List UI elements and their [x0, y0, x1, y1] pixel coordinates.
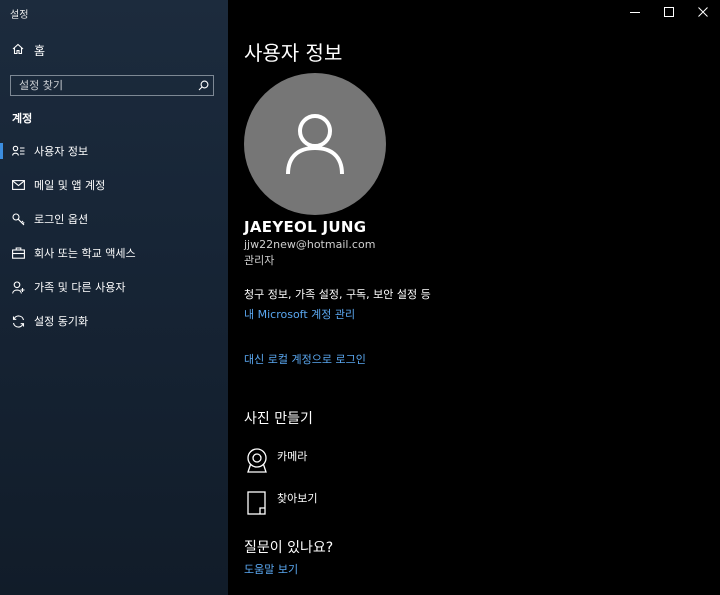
- mail-icon: [11, 178, 25, 192]
- help-link[interactable]: 도움말 보기: [244, 561, 298, 577]
- close-icon[interactable]: [686, 0, 720, 24]
- sidebar-item-label: 가족 및 다른 사용자: [34, 281, 126, 294]
- sidebar-item-label: 메일 및 앱 계정: [34, 179, 106, 192]
- home-icon: [12, 43, 24, 58]
- sidebar: 설정 홈 계정 사용자 정보: [0, 0, 228, 595]
- user-role: 관리자: [244, 254, 275, 267]
- key-icon: [11, 212, 25, 226]
- manage-account-link[interactable]: 내 Microsoft 계정 관리: [244, 306, 355, 322]
- home-nav-item[interactable]: 홈: [12, 42, 45, 59]
- camera-option[interactable]: 카메라: [244, 446, 307, 476]
- camera-label: 카메라: [277, 450, 308, 463]
- sidebar-item-signin-options[interactable]: 로그인 옵션: [0, 202, 228, 236]
- sidebar-item-work-school[interactable]: 회사 또는 학교 액세스: [0, 236, 228, 270]
- user-name: JAEYEOL JUNG: [244, 218, 367, 236]
- photo-section-title: 사진 만들기: [244, 411, 313, 427]
- sidebar-item-label: 설정 동기화: [34, 315, 89, 328]
- user-email: jjw22new@hotmail.com: [244, 238, 376, 251]
- briefcase-icon: [11, 246, 25, 260]
- sidebar-item-label: 사용자 정보: [34, 145, 89, 158]
- sidebar-item-sync-settings[interactable]: 설정 동기화: [0, 304, 228, 338]
- browse-label: 찾아보기: [277, 492, 318, 505]
- sidebar-nav: 사용자 정보 메일 및 앱 계정 로그인 옵션 회사 또는 학교 액세스 가족 …: [0, 134, 228, 338]
- search-icon[interactable]: [193, 76, 213, 95]
- maximize-icon[interactable]: [652, 0, 686, 24]
- local-signin-link[interactable]: 대신 로컬 계정으로 로그인: [244, 351, 366, 367]
- user-silhouette-icon: [286, 114, 344, 175]
- person-add-icon: [11, 280, 25, 294]
- sidebar-item-family-users[interactable]: 가족 및 다른 사용자: [0, 270, 228, 304]
- user-info-icon: [11, 144, 25, 158]
- app-title: 설정: [10, 10, 29, 21]
- browse-option[interactable]: 찾아보기: [244, 488, 317, 518]
- sync-icon: [11, 314, 25, 328]
- search-box: [10, 75, 214, 96]
- sidebar-item-mail-accounts[interactable]: 메일 및 앱 계정: [0, 168, 228, 202]
- sidebar-item-user-info[interactable]: 사용자 정보: [0, 134, 228, 168]
- browse-icon: [244, 488, 270, 518]
- sidebar-item-label: 로그인 옵션: [34, 213, 89, 226]
- billing-info-text: 청구 정보, 가족 설정, 구독, 보안 설정 등: [244, 288, 431, 301]
- sidebar-item-label: 회사 또는 학교 액세스: [34, 247, 136, 260]
- search-input[interactable]: [11, 79, 193, 92]
- minimize-icon[interactable]: [618, 0, 652, 24]
- page-title: 사용자 정보: [244, 41, 343, 65]
- section-label-accounts: 계정: [12, 112, 33, 125]
- avatar: [244, 73, 386, 215]
- question-section-title: 질문이 있나요?: [244, 540, 334, 556]
- window-controls: [618, 0, 720, 24]
- home-label: 홈: [34, 44, 46, 58]
- camera-icon: [244, 446, 270, 476]
